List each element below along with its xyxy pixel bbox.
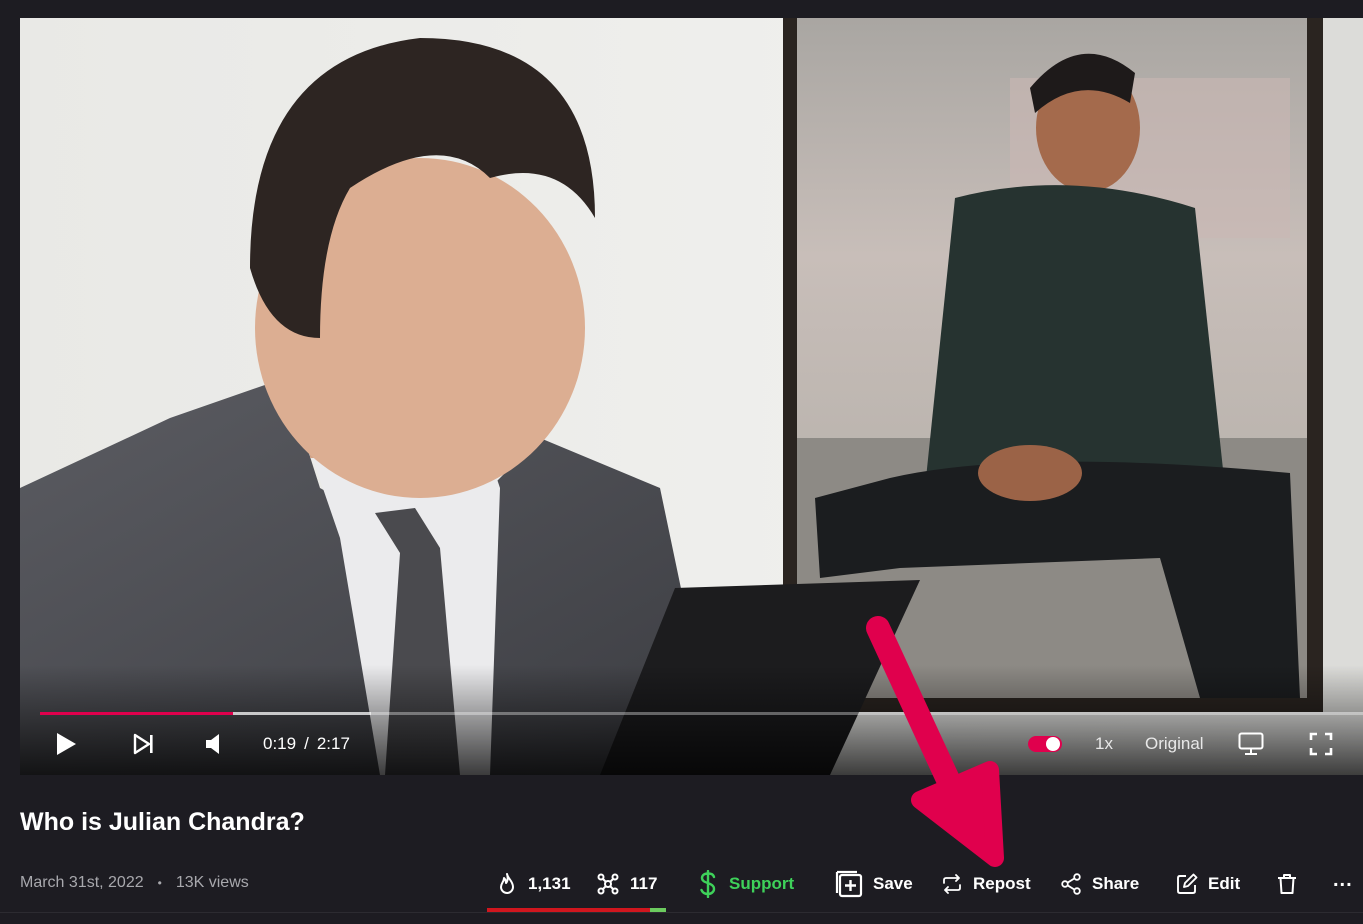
divider: [0, 912, 1363, 913]
cast-icon: [1238, 732, 1264, 755]
duration: 2:17: [316, 734, 350, 753]
speed-button[interactable]: 1x: [1095, 726, 1113, 762]
slime-count: 117: [630, 874, 658, 893]
fullscreen-button[interactable]: [1309, 726, 1333, 762]
progress-bar[interactable]: [40, 712, 1363, 715]
repost-icon: [943, 874, 961, 894]
volume-icon: [206, 734, 219, 754]
share-label: Share: [1092, 874, 1140, 893]
fullscreen-icon: [1309, 732, 1333, 756]
play-button[interactable]: [55, 726, 77, 762]
time-separator: /: [304, 734, 309, 753]
play-icon: [57, 733, 76, 755]
autoplay-toggle[interactable]: [1028, 736, 1062, 752]
time-display: 0:19 / 2:17: [263, 726, 350, 762]
dollar-icon: [700, 870, 716, 898]
more-icon: ...: [1333, 868, 1353, 891]
fire-icon: [500, 873, 514, 894]
share-button[interactable]: Share: [1060, 866, 1139, 902]
edit-button[interactable]: Edit: [1176, 866, 1240, 902]
fire-count: 1,131: [528, 874, 571, 893]
quality-button[interactable]: Original: [1145, 726, 1204, 762]
view-count: 13K views: [175, 874, 249, 891]
next-button[interactable]: [133, 726, 155, 762]
repost-label: Repost: [973, 874, 1031, 893]
slime-icon: [597, 873, 619, 895]
edit-label: Edit: [1208, 874, 1241, 893]
meta-separator: •: [157, 876, 162, 890]
video-meta: March 31st, 2022 • 13K views: [20, 874, 249, 892]
toggle-knob: [1046, 737, 1060, 751]
current-time: 0:19: [263, 734, 297, 753]
cast-button[interactable]: [1238, 726, 1264, 762]
share-icon: [1061, 873, 1081, 895]
support-label: Support: [729, 874, 795, 893]
edit-icon: [1177, 873, 1198, 894]
repost-button[interactable]: Repost: [941, 866, 1031, 902]
progress-played: [40, 712, 234, 715]
save-button[interactable]: Save: [835, 866, 913, 902]
video-player[interactable]: 0:19 / 2:17 1x Original: [20, 18, 1363, 775]
support-button[interactable]: Support: [697, 866, 794, 902]
slime-button[interactable]: 117: [596, 866, 657, 902]
volume-button[interactable]: [205, 726, 223, 762]
delete-button[interactable]: [1277, 866, 1297, 902]
video-frame[interactable]: [20, 18, 1363, 775]
save-label: Save: [873, 874, 913, 893]
video-title: Who is Julian Chandra?: [20, 808, 305, 836]
trash-icon: [1278, 874, 1296, 894]
save-icon: [835, 870, 863, 898]
skip-next-icon: [133, 733, 153, 755]
more-button[interactable]: ...: [1333, 862, 1353, 898]
fire-button[interactable]: 1,131: [496, 866, 571, 902]
upload-date: March 31st, 2022: [20, 874, 144, 891]
